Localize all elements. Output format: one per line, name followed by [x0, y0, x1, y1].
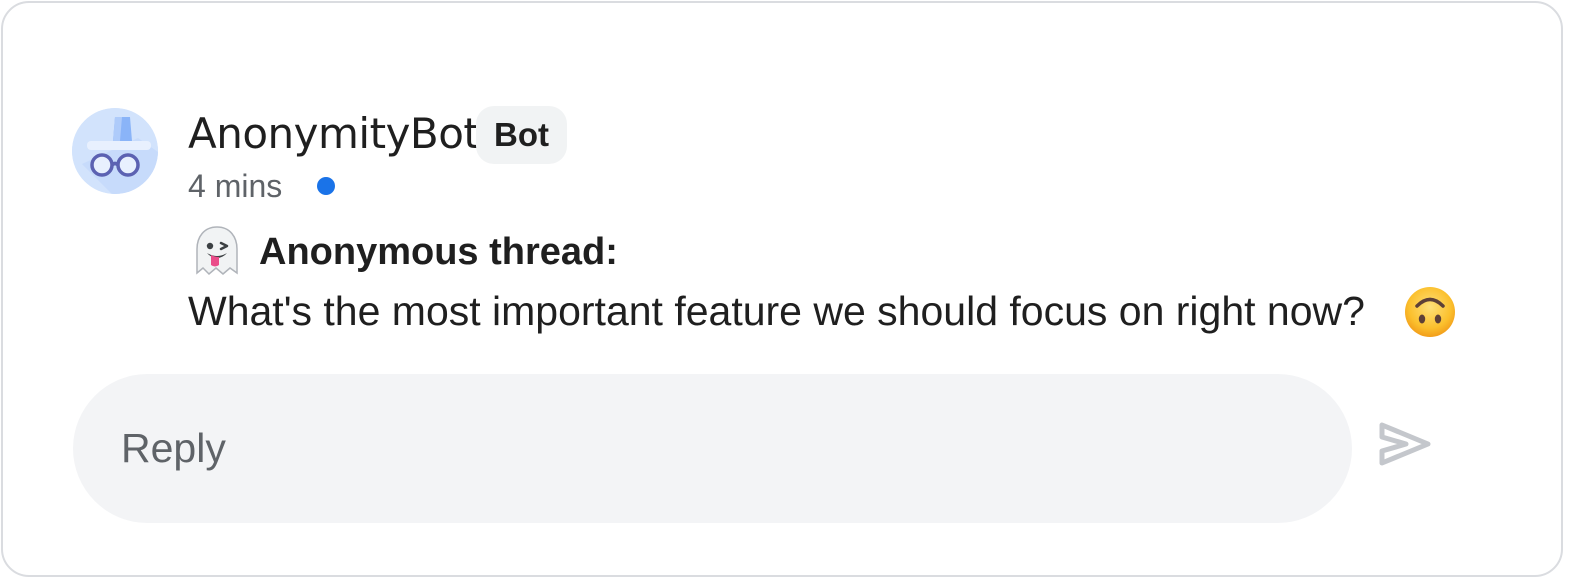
- bot-badge: Bot: [476, 106, 567, 164]
- ghost-emoji-icon: [190, 224, 244, 278]
- sender-name[interactable]: AnonymityBot: [188, 108, 480, 160]
- reply-input[interactable]: [121, 374, 1301, 523]
- timestamp: 4 mins: [188, 168, 283, 204]
- message-body: What's the most important feature we sho…: [188, 288, 1365, 334]
- send-icon: [1379, 422, 1431, 466]
- thread-title: Anonymous thread:: [259, 231, 618, 273]
- upside-down-face-emoji-icon: [1403, 285, 1457, 339]
- reply-box[interactable]: [73, 374, 1352, 523]
- unread-indicator: [317, 177, 335, 195]
- incognito-avatar-icon: [72, 108, 158, 194]
- avatar[interactable]: [72, 108, 158, 194]
- send-button[interactable]: [1372, 418, 1436, 474]
